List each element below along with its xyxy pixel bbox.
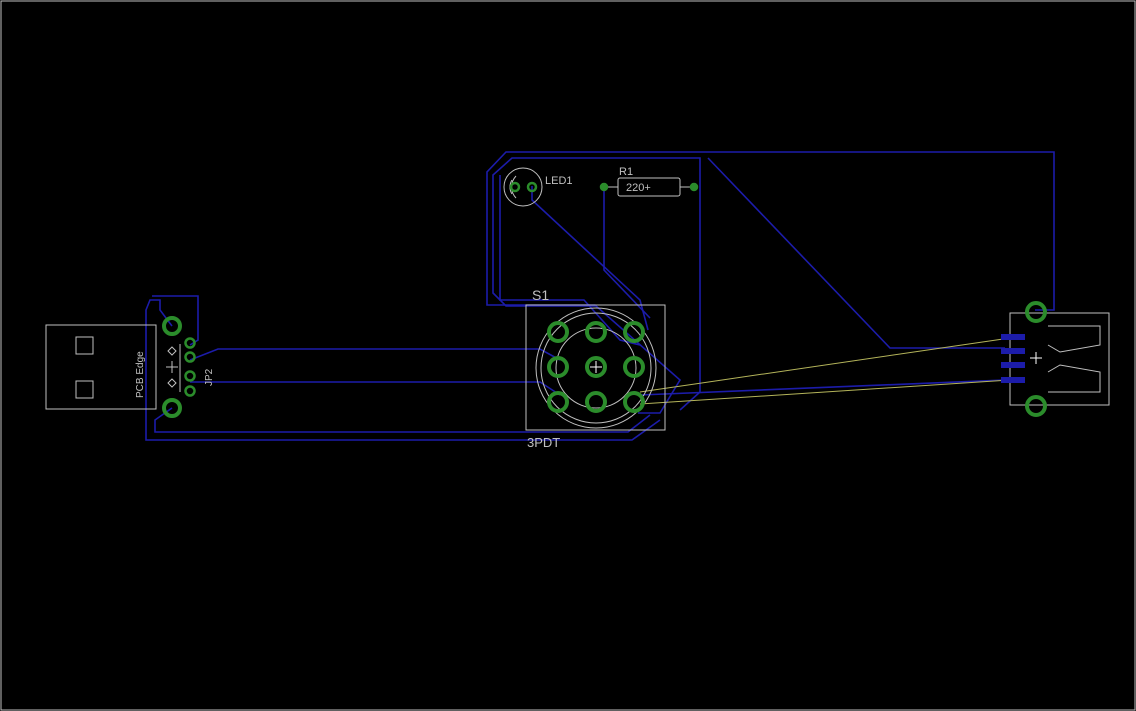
trace-to-j1-top	[707, 157, 1005, 349]
j1-mount-top	[1025, 301, 1047, 323]
jp2-pad-4	[184, 385, 196, 397]
usb-plug-window-bottom	[75, 380, 94, 399]
connector-j1	[1001, 301, 1110, 417]
jp2-diamond-bottom	[167, 378, 177, 388]
s1-pad-2	[585, 321, 607, 343]
led1-label: LED1	[545, 175, 573, 187]
jp2-symbols	[166, 344, 181, 392]
usb-plug-window-top	[75, 336, 94, 355]
r1-label: R1	[619, 166, 633, 178]
jp2-label: JP2	[204, 368, 215, 386]
board-outline	[0, 0, 1136, 711]
r1-pad-2	[689, 182, 699, 192]
trace-usb-lower	[190, 381, 561, 396]
s1-pad-3	[623, 321, 645, 343]
j1-notch-bottom	[1047, 364, 1101, 393]
s1-label: S1	[532, 287, 549, 303]
led1	[503, 167, 543, 207]
pcb-board-canvas: PCB Edge JP2 LED1 R1 220+ S1 3PDT	[0, 0, 1136, 711]
trace-outer-loop	[486, 151, 1055, 414]
switch-s1	[525, 304, 666, 431]
j1-notch-top	[1047, 325, 1101, 353]
trace-to-j1-bottom	[639, 379, 1006, 396]
j1-smd-pad-3	[1001, 362, 1025, 368]
j1-smd-pad-2	[1001, 348, 1025, 354]
copper-traces	[145, 151, 1055, 441]
s1-pad-1	[547, 321, 569, 343]
r1-pad-1	[599, 182, 609, 192]
j1-outline	[1009, 312, 1110, 406]
jp2-pad-3	[184, 370, 196, 382]
s1-pad-4	[547, 356, 569, 378]
j1-mount-bottom	[1025, 395, 1047, 417]
led1-arc-2	[511, 175, 517, 199]
trace-usb-upper	[189, 348, 561, 361]
j1-smd-pad-4	[1001, 377, 1025, 383]
s1-pad-6	[623, 356, 645, 378]
s1-value: 3PDT	[527, 435, 560, 450]
trace-usb-outer	[145, 299, 661, 441]
jp2-diamond-top	[167, 346, 177, 356]
trace-usb-inner	[154, 407, 651, 433]
r1-value: 220+	[626, 182, 651, 194]
pcb-edge-label: PCB Edge	[135, 351, 146, 398]
led1-pad-anode	[509, 181, 521, 193]
jp2-pad-2	[184, 351, 196, 363]
trace-resistor-down	[603, 187, 651, 319]
j1-smd-pad-1	[1001, 334, 1025, 340]
